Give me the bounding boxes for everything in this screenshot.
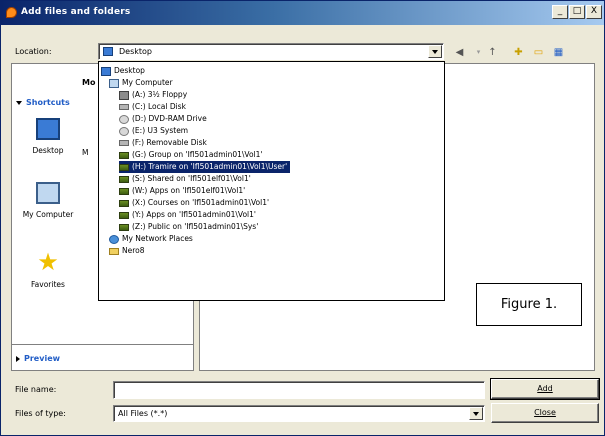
dropdown-item-floppy[interactable]: (A:) 3½ Floppy: [119, 89, 190, 101]
filename-label: File name:: [15, 385, 57, 394]
shortcut-desktop-label: Desktop: [32, 146, 64, 155]
dropdown-item-label: Desktop: [114, 66, 145, 75]
star-icon: ★: [37, 248, 59, 276]
dropdown-item-local-disk[interactable]: (C:) Local Disk: [119, 101, 189, 113]
cd-icon: [119, 114, 129, 124]
shortcut-desktop[interactable]: Desktop: [18, 118, 78, 155]
disk-icon: [119, 140, 129, 146]
sidebar-partial-text: Mo: [82, 78, 96, 87]
cd-icon: [119, 126, 129, 136]
shortcuts-header[interactable]: Shortcuts: [16, 98, 70, 107]
folder-icon[interactable]: ▭: [531, 45, 546, 60]
chevron-down-icon[interactable]: [428, 45, 442, 58]
add-button-label: Add: [537, 384, 553, 393]
dropdown-item-label: (Z:) Public on 'Ifl501admin01\Sys': [132, 222, 259, 231]
back-icon[interactable]: ◀: [452, 45, 467, 60]
location-dropdown-list[interactable]: Desktop My Computer (A:) 3½ Floppy (C:) …: [98, 61, 445, 301]
filetype-combo[interactable]: All Files (*.*): [113, 405, 485, 422]
desktop-icon: [36, 118, 60, 140]
filetype-label: Files of type:: [15, 409, 66, 418]
network-drive-icon: [119, 163, 129, 171]
dropdown-item-label: (E:) U3 System: [132, 126, 189, 135]
location-label: Location:: [15, 47, 52, 56]
dropdown-item-desktop[interactable]: Desktop: [101, 65, 148, 77]
dropdown-item-u3[interactable]: (E:) U3 System: [119, 125, 191, 137]
chevron-down-icon[interactable]: [469, 407, 483, 420]
dropdown-item-label: (A:) 3½ Floppy: [132, 90, 188, 99]
dropdown-item-z-drive[interactable]: (Z:) Public on 'Ifl501admin01\Sys': [119, 221, 261, 233]
shortcut-favorites-label: Favorites: [31, 280, 65, 289]
dropdown-item-w-drive[interactable]: (W:) Apps on 'Ifl501elf01\Vol1': [119, 185, 248, 197]
minimize-button[interactable]: _: [552, 5, 568, 19]
shortcut-my-computer[interactable]: My Computer: [18, 182, 78, 219]
network-drive-icon: [119, 199, 129, 207]
up-folder-icon[interactable]: ↑: [485, 45, 500, 60]
dropdown-item-label: My Network Places: [122, 234, 193, 243]
network-drive-icon: [119, 175, 129, 183]
new-folder-icon[interactable]: ✚: [511, 45, 526, 60]
dropdown-item-my-computer[interactable]: My Computer: [109, 77, 176, 89]
dropdown-item-removable[interactable]: (F:) Removable Disk: [119, 137, 210, 149]
dropdown-item-label: (S:) Shared on 'Ifl501elf01\Vol1': [132, 174, 251, 183]
close-button[interactable]: Close: [491, 403, 599, 423]
disk-icon: [119, 104, 129, 110]
location-combo[interactable]: Desktop: [98, 43, 444, 60]
network-drive-icon: [119, 151, 129, 159]
maximize-button[interactable]: □: [569, 5, 585, 19]
dropdown-item-s-drive[interactable]: (S:) Shared on 'Ifl501elf01\Vol1': [119, 173, 254, 185]
network-places-icon: [109, 234, 119, 244]
dropdown-item-label: (G:) Group on 'Ifl501admin01\Vol1': [132, 150, 263, 159]
dropdown-arrow-icon[interactable]: ▾: [471, 45, 486, 60]
floppy-icon: [119, 90, 129, 100]
dropdown-item-x-drive[interactable]: (X:) Courses on 'Ifl501admin01\Vol1': [119, 197, 272, 209]
computer-icon: [36, 182, 60, 204]
network-drive-icon: [119, 211, 129, 219]
shortcut-my-computer-label: My Computer: [22, 210, 74, 219]
dropdown-item-label: (F:) Removable Disk: [132, 138, 207, 147]
dropdown-item-label: (Y:) Apps on 'Ifl501admin01\Vol1': [132, 210, 256, 219]
computer-icon: [109, 78, 119, 88]
network-drive-icon: [119, 187, 129, 195]
add-button[interactable]: Add: [490, 378, 600, 400]
window-title: Add files and folders: [21, 7, 131, 17]
desktop-icon: [103, 47, 113, 56]
folder-icon: [109, 247, 119, 255]
location-value: Desktop: [119, 47, 152, 56]
network-drive-icon: [119, 223, 129, 231]
dropdown-item-label: My Computer: [122, 78, 173, 87]
dropdown-item-label: (H:) Tramire on 'Ifl501admin01\Vol1\User…: [132, 162, 288, 171]
preview-header[interactable]: Preview: [16, 354, 60, 363]
dropdown-item-dvd[interactable]: (D:) DVD-RAM Drive: [119, 113, 210, 125]
shortcut-documents-label: M: [82, 148, 89, 157]
dropdown-item-label: (C:) Local Disk: [132, 102, 186, 111]
desktop-icon: [101, 66, 111, 76]
title-bar[interactable]: Add files and folders _ □ X: [1, 1, 604, 25]
dropdown-item-label: (X:) Courses on 'Ifl501admin01\Vol1': [132, 198, 270, 207]
dropdown-item-nero8[interactable]: Nero8: [109, 245, 148, 257]
filetype-value: All Files (*.*): [118, 409, 168, 418]
filename-input[interactable]: [113, 381, 485, 399]
dropdown-item-label: Nero8: [122, 246, 145, 255]
dropdown-item-h-drive[interactable]: (H:) Tramire on 'Ifl501admin01\Vol1\User…: [119, 161, 291, 173]
views-icon[interactable]: ▦: [551, 45, 566, 60]
close-button-label: Close: [534, 408, 556, 417]
app-icon: [6, 7, 17, 18]
dropdown-item-network-places[interactable]: My Network Places: [109, 233, 196, 245]
shortcut-favorites[interactable]: ★ Favorites: [18, 250, 78, 289]
dropdown-item-label: (D:) DVD-RAM Drive: [132, 114, 207, 123]
sidebar-divider: [12, 344, 193, 345]
figure-caption: Figure 1.: [476, 283, 582, 326]
dropdown-item-label: (W:) Apps on 'Ifl501elf01\Vol1': [132, 186, 246, 195]
dropdown-item-y-drive[interactable]: (Y:) Apps on 'Ifl501admin01\Vol1': [119, 209, 259, 221]
dropdown-item-g-drive[interactable]: (G:) Group on 'Ifl501admin01\Vol1': [119, 149, 265, 161]
add-files-dialog: Add files and folders _ □ X Location: De…: [0, 0, 605, 436]
close-window-button[interactable]: X: [586, 5, 602, 19]
